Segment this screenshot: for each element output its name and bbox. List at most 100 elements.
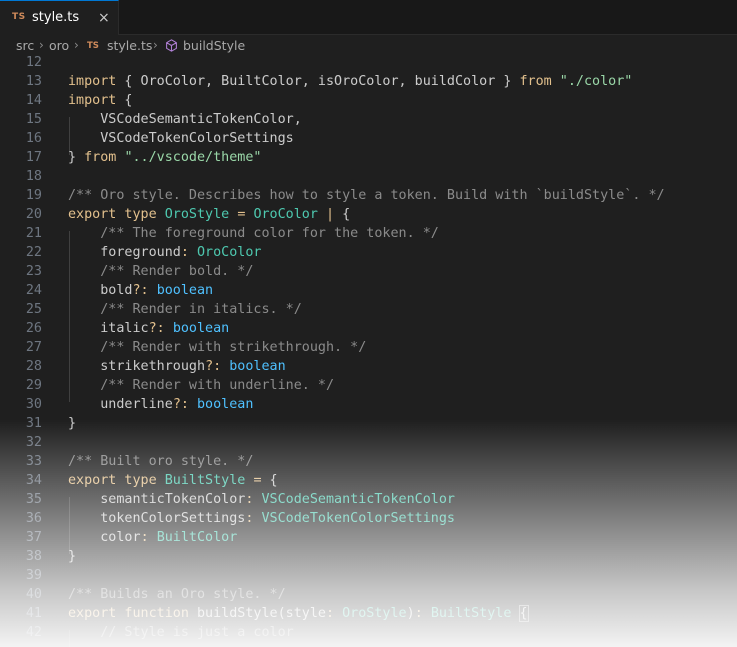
code-line[interactable]: 19 /** Oro style. Describes how to style … [0, 186, 737, 205]
line-number: 29 [25, 378, 42, 393]
code-line[interactable]: 26 italic?: boolean [0, 319, 737, 338]
code-token: } [68, 416, 77, 431]
code-token: boolean [172, 321, 230, 336]
code-token: import [68, 74, 117, 89]
code-token: from [519, 74, 552, 89]
code-token: } [68, 549, 77, 564]
code-token: boolean [197, 397, 254, 412]
code-line[interactable]: 14 import { [0, 91, 737, 110]
close-icon[interactable]: × [98, 9, 110, 27]
code-token: OroColor [197, 245, 262, 260]
code-token: color [68, 530, 141, 545]
code-line[interactable]: 22 foreground: OroColor [0, 243, 737, 262]
code-line[interactable]: 42 // Style is just a color [0, 623, 737, 642]
code-token: VSCodeTokenColorSettings [68, 131, 294, 146]
code-line[interactable]: 36 tokenColorSettings: VSCodeTokenColorS… [0, 509, 737, 528]
code-line[interactable]: 16 VSCodeTokenColorSettings [0, 129, 737, 148]
code-line[interactable]: 38} [0, 547, 737, 566]
code-token: { [261, 473, 278, 488]
code-line[interactable]: 33 /** Built oro style. */ [0, 452, 737, 471]
line-code: } from "../vscode/theme" [68, 148, 262, 167]
breadcrumb-item-buildstyle[interactable]: buildStyle [183, 38, 245, 53]
code-line[interactable]: 20 export type OroStyle = OroColor | { [0, 205, 737, 224]
code-token: { [334, 207, 351, 222]
line-number: 36 [25, 511, 42, 526]
line-number: 40 [25, 587, 42, 602]
code-line[interactable]: 23 /** Render bold. */ [0, 262, 737, 281]
code-editor[interactable]: 12 13 import { OroColor, BuiltColor, isOro… [0, 55, 737, 647]
code-token: tokenColorSettings [68, 511, 246, 526]
code-token: export function [68, 606, 189, 621]
code-line[interactable]: 18 [0, 167, 737, 186]
line-number: 25 [25, 302, 42, 317]
code-line[interactable]: 12 [0, 53, 737, 72]
code-line[interactable]: 17} from "../vscode/theme" [0, 148, 737, 167]
line-number: 37 [25, 530, 42, 545]
code-token: OroStyle [342, 606, 407, 621]
line-number: 21 [25, 226, 42, 241]
line-code: /** Render with underline. */ [68, 376, 334, 395]
code-line[interactable]: 31} [0, 414, 737, 433]
code-line[interactable]: 29 /** Render with underline. */ [0, 376, 737, 395]
line-number: 23 [25, 264, 42, 279]
line-code: underline?: boolean [68, 395, 253, 414]
line-number: 20 [25, 207, 42, 222]
chevron-right-icon: › [74, 38, 79, 52]
tab-style-ts[interactable]: TS style.ts × [0, 0, 119, 35]
code-line[interactable]: 28 strikethrough?: boolean [0, 357, 737, 376]
code-line[interactable]: 15 VSCodeSemanticTokenColor, [0, 110, 737, 129]
code-line[interactable]: 13 import { OroColor, BuiltColor, isOroCo… [0, 72, 737, 91]
code-token: = [253, 473, 262, 488]
line-number: 18 [25, 169, 42, 184]
breadcrumb-item-src[interactable]: src [16, 38, 34, 53]
code-line[interactable]: 21 /** The foreground color for the toke… [0, 224, 737, 243]
code-token: "./color" [559, 74, 633, 89]
typescript-file-icon: TS [87, 41, 99, 51]
code-line[interactable]: 37 color: BuiltColor [0, 528, 737, 547]
code-token: strikethrough [68, 359, 206, 374]
line-number: 35 [25, 492, 42, 507]
line-code: } [68, 547, 76, 566]
code-token: : [326, 606, 335, 621]
code-line[interactable]: 30 underline?: boolean [0, 395, 737, 414]
code-line[interactable]: 25 /** Render in italics. */ [0, 300, 737, 319]
code-line[interactable]: 35 semanticTokenColor: VSCodeSemanticTok… [0, 490, 737, 509]
breadcrumb-item-style-ts[interactable]: style.ts [107, 38, 152, 53]
code-line[interactable]: 27 /** Render with strikethrough. */ [0, 338, 737, 357]
code-line[interactable]: 24 bold?: boolean [0, 281, 737, 300]
line-code: /** Render with strikethrough. */ [68, 338, 366, 357]
code-line[interactable]: 34 export type BuiltStyle = { [0, 471, 737, 490]
line-code: // Style is just a color [68, 623, 293, 642]
code-line[interactable]: 32 [0, 433, 737, 452]
code-line[interactable]: 41 export function buildStyle(style: OroS… [0, 604, 737, 623]
code-token: OroColor [253, 207, 318, 222]
code-token: italic [68, 321, 149, 336]
breadcrumb-item-oro[interactable]: oro [49, 38, 69, 53]
code-token: | [326, 207, 335, 222]
code-token: "../vscode/theme" [124, 150, 262, 165]
code-line[interactable]: 40 /** Builds an Oro style. */ [0, 585, 737, 604]
line-code: /** Oro style. Describes how to style a … [68, 186, 665, 205]
line-code: /** Render in italics. */ [68, 300, 302, 319]
code-token: /** The foreground color for the token. … [100, 226, 439, 241]
code-token: ?: [148, 321, 165, 336]
line-code: export function buildStyle(style: OroSty… [68, 604, 529, 623]
line-number: 16 [25, 131, 42, 146]
code-token: { [116, 93, 133, 108]
line-code: /** The foreground color for the token. … [68, 224, 439, 243]
line-code: export type BuiltStyle = { [68, 471, 278, 490]
code-token: { [518, 605, 529, 622]
code-token: ?: [172, 397, 189, 412]
code-line[interactable]: 39 [0, 566, 737, 585]
